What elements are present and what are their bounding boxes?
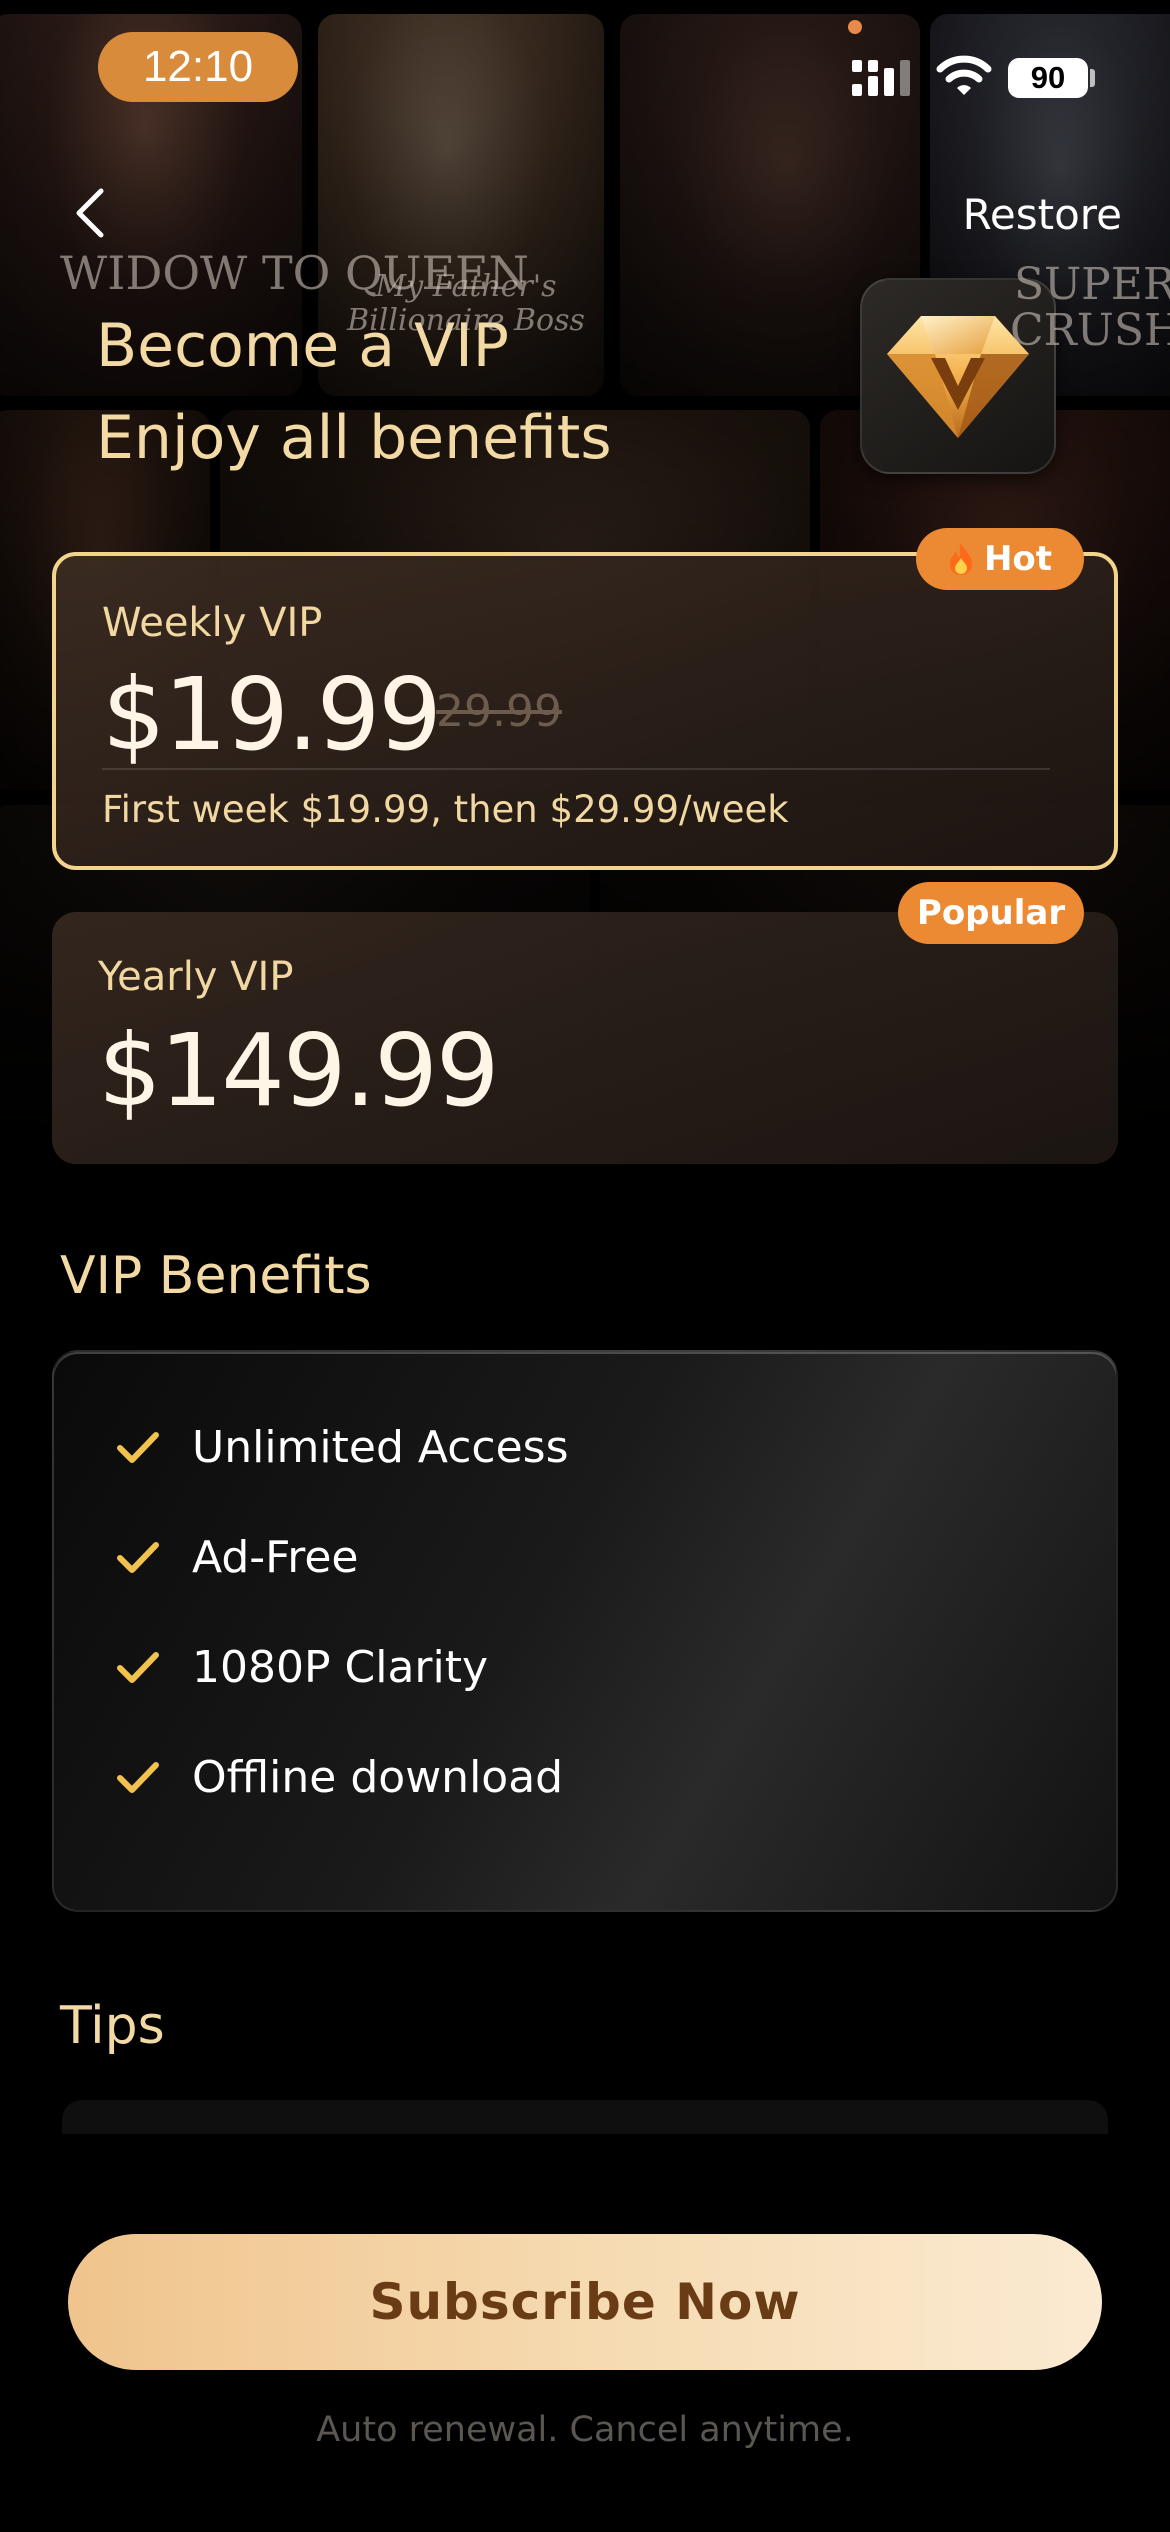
benefit-item: 1080P Clarity [116, 1642, 488, 1693]
benefits-card: Unlimited Access Ad-Free 1080P Clarity O… [52, 1350, 1118, 1912]
status-time: 12:10 [98, 32, 298, 102]
subscribe-now-button[interactable]: Subscribe Now [68, 2234, 1102, 2370]
wifi-icon [936, 55, 992, 95]
chevron-left-icon [76, 188, 104, 238]
plan-note: First week $19.99, then $29.99/week [102, 788, 789, 831]
plan-card-yearly[interactable]: Yearly VIP $149.99 [52, 912, 1118, 1164]
plan-name: Weekly VIP [102, 600, 323, 646]
plan-price: $149.99 [98, 1012, 500, 1129]
signal-icon [852, 60, 910, 96]
benefit-label: Unlimited Access [192, 1422, 569, 1473]
check-icon [117, 1761, 159, 1793]
check-icon [117, 1651, 159, 1683]
popular-badge: Popular [898, 882, 1084, 944]
plan-price: $19.99 [102, 656, 442, 773]
fire-icon [949, 543, 972, 575]
battery-cap [1090, 69, 1095, 87]
benefit-label: Offline download [192, 1752, 564, 1803]
hot-badge-label: Hot [983, 539, 1053, 579]
benefit-label: Ad-Free [192, 1532, 359, 1583]
check-icon [117, 1431, 159, 1463]
plan-original-price: 29.99 [436, 686, 562, 737]
poster-title: My Father's Billionaire Boss [347, 269, 585, 338]
tips-section-title: Tips [60, 1996, 165, 2056]
benefits-section-title: VIP Benefits [60, 1246, 372, 1306]
plan-divider [102, 768, 1050, 770]
hot-badge: Hot [916, 528, 1084, 590]
hero-title-line2: Enjoy all benefits [96, 403, 612, 473]
plan-name: Yearly VIP [98, 954, 294, 1000]
recording-indicator-dot [848, 20, 862, 34]
restore-button[interactable]: Restore [963, 190, 1122, 239]
plan-card-weekly[interactable]: Weekly VIP $19.99 29.99 First week $19.9… [52, 552, 1118, 870]
poster-title: WIDOW TO QUEEN [60, 250, 529, 296]
benefit-item: Unlimited Access [116, 1422, 569, 1473]
battery-icon: 90 [1008, 58, 1088, 98]
benefit-item: Ad-Free [116, 1532, 359, 1583]
check-icon [117, 1541, 159, 1573]
poster-title: SUPER CRUSH [1010, 259, 1170, 356]
auto-renewal-note: Auto renewal. Cancel anytime. [316, 2410, 854, 2450]
tips-content-box [62, 2100, 1108, 2134]
benefit-label: 1080P Clarity [192, 1642, 489, 1693]
benefit-item: Offline download [116, 1752, 563, 1803]
back-button[interactable] [60, 178, 120, 248]
